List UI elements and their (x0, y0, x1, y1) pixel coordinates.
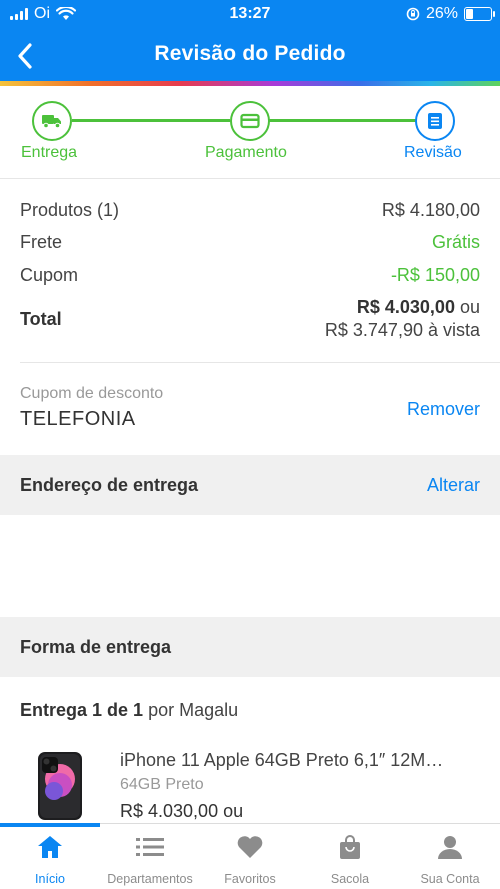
home-icon (38, 836, 62, 858)
shipping-label: Frete (20, 232, 63, 252)
top-bar: Oi 13:27 26% Revisão do Pedido (0, 0, 500, 81)
shipping-method-title: Forma de entrega (20, 637, 172, 657)
step-label-entrega: Entrega (21, 144, 78, 161)
battery-percent: 26% (425, 5, 458, 22)
tab-label: Departamentos (107, 872, 193, 886)
products-value: R$ 4.180,00 (381, 200, 480, 220)
coupon-caption: Cupom de desconto (20, 385, 164, 402)
step-connector (72, 119, 230, 122)
truck-icon (42, 115, 61, 129)
shipping-value: Grátis (431, 232, 480, 252)
coupon-code: TELEFONIA (20, 408, 136, 430)
step-revisao[interactable] (415, 101, 455, 141)
total-label: Total (20, 309, 62, 329)
tab-inicio[interactable]: Início (0, 832, 100, 888)
list-icon (428, 113, 442, 129)
status-bar: Oi 13:27 26% (0, 0, 500, 28)
card-icon (240, 113, 260, 129)
products-label: Produtos (1) (20, 200, 120, 220)
tab-label: Favoritos (224, 872, 276, 886)
coupon-value: -R$ 150,00 (390, 265, 480, 285)
total-cash-value: R$ 3.747,90 à vista (324, 320, 480, 340)
change-address-button[interactable]: Alterar (427, 475, 480, 496)
step-entrega[interactable] (32, 101, 72, 141)
bag-icon (340, 835, 360, 859)
product-variant: 64GB Preto (120, 776, 204, 793)
product-name[interactable]: iPhone 11 Apple 64GB Preto 6,1″ 12M… (120, 750, 443, 771)
tab-sacola[interactable]: Sacola (300, 832, 400, 888)
address-content (0, 515, 500, 617)
tab-label: Início (35, 872, 65, 886)
total-value: R$ 4.030,00 (356, 297, 455, 317)
heart-icon (237, 836, 263, 858)
menu-icon (136, 838, 164, 856)
tab-label: Sua Conta (420, 872, 480, 886)
battery-level (466, 9, 473, 19)
iphone-image (30, 751, 90, 821)
coupon-label: Cupom (20, 265, 79, 285)
divider (20, 362, 500, 363)
total-value-line: R$ 4.030,00 ou (357, 297, 480, 318)
tab-label: Sacola (330, 872, 370, 886)
tab-favoritos[interactable]: Favoritos (200, 832, 300, 888)
user-icon (438, 836, 462, 859)
page-title: Revisão do Pedido (154, 42, 346, 65)
divider (0, 178, 500, 179)
step-connector (268, 119, 416, 122)
step-pagamento[interactable] (230, 101, 270, 141)
tab-sua-conta[interactable]: Sua Conta (400, 832, 500, 888)
delivery-count: Entrega 1 de 1 (20, 700, 144, 720)
active-tab-indicator (0, 823, 100, 827)
step-label-revisao: Revisão (404, 144, 462, 161)
delivery-seller: por Magalu (148, 700, 239, 720)
checkout-stepper: Entrega Pagamento Revisão (0, 86, 500, 178)
battery-icon (464, 7, 495, 21)
delivery-line: Entrega 1 de 1 por Magalu (20, 700, 238, 721)
product-price: R$ 4.030,00 ou (120, 801, 244, 821)
total-or: ou (459, 297, 480, 317)
remove-coupon-button[interactable]: Remover (407, 399, 480, 420)
tab-departamentos[interactable]: Departamentos (100, 832, 200, 888)
address-title: Endereço de entrega (20, 475, 199, 495)
step-label-pagamento: Pagamento (205, 144, 287, 161)
bottom-tab-bar: Início Departamentos Favoritos Sacola Su… (0, 823, 500, 889)
rotation-lock-icon (406, 7, 420, 21)
